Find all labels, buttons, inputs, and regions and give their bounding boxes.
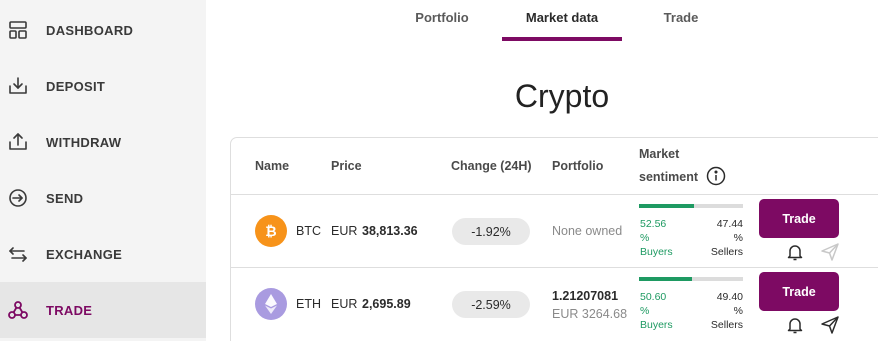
deposit-icon [6, 74, 30, 98]
send-icon [6, 186, 30, 210]
portfolio-holdings: None owned [552, 224, 623, 238]
divider [231, 267, 878, 268]
sentiment-bar-fill [639, 277, 692, 281]
coin-symbol: BTC [296, 224, 321, 238]
buyers-percent-sign: % [640, 305, 650, 317]
sidebar-item-trade[interactable]: TRADE [0, 282, 206, 338]
divider [231, 194, 878, 195]
sentiment-bar [639, 204, 743, 208]
sidebar-item-label: DASHBOARD [46, 22, 134, 38]
change-badge: -1.92% [452, 218, 530, 245]
bitcoin-icon: ₿ [255, 215, 287, 247]
buyers-label: Buyers [640, 246, 673, 258]
header-name[interactable]: Name [255, 159, 289, 173]
buyers-percent: 50.60 [640, 291, 667, 303]
active-tab-indicator [502, 37, 622, 41]
info-icon[interactable] [706, 166, 726, 186]
dashboard-icon [6, 18, 30, 42]
buyers-percent-sign: % [640, 232, 650, 244]
portfolio-value: EUR 3264.68 [552, 307, 628, 321]
buyers-percent: 52.56 [640, 218, 667, 230]
sentiment-bar [639, 277, 743, 281]
price-currency: EUR [331, 297, 358, 311]
header-sentiment-line2: sentiment [639, 170, 699, 184]
tab-market-data[interactable]: Market data [502, 0, 622, 42]
sellers-percent: 49.40 [716, 291, 743, 303]
sellers-percent: 47.44 [716, 218, 743, 230]
exchange-icon [6, 242, 30, 266]
sentiment-bar-fill [639, 204, 694, 208]
page-title: Crypto [514, 78, 610, 114]
bell-icon[interactable] [785, 315, 805, 335]
sellers-percent-sign: % [733, 305, 743, 317]
ethereum-icon [255, 288, 287, 320]
change-badge: -2.59% [452, 291, 530, 318]
trade-icon [6, 298, 30, 322]
sidebar-item-exchange[interactable]: EXCHANGE [0, 226, 206, 282]
sidebar-item-label: DEPOSIT [46, 78, 106, 94]
sidebar-item-dashboard[interactable]: DASHBOARD [0, 2, 206, 58]
bell-icon[interactable] [785, 242, 805, 262]
sidebar-item-withdraw[interactable]: WITHDRAW [0, 114, 206, 170]
price-currency: EUR [331, 224, 358, 238]
header-price[interactable]: Price [331, 159, 362, 173]
header-sentiment-line1: Market [639, 147, 680, 161]
trade-button[interactable]: Trade [759, 199, 839, 238]
send-paper-plane-icon[interactable] [820, 242, 840, 262]
sidebar-item-label: WITHDRAW [46, 134, 122, 150]
trade-button[interactable]: Trade [759, 272, 839, 311]
send-paper-plane-icon[interactable] [820, 315, 840, 335]
coin-symbol: ETH [296, 297, 321, 311]
sidebar-item-label: SEND [46, 190, 84, 206]
tab-portfolio[interactable]: Portfolio [402, 0, 482, 42]
sellers-label: Sellers [710, 246, 743, 258]
price-value: 38,813.36 [362, 224, 418, 238]
buyers-label: Buyers [640, 319, 673, 331]
svg-text:₿: ₿ [265, 224, 276, 240]
header-portfolio[interactable]: Portfolio [552, 159, 603, 173]
price-value: 2,695.89 [362, 297, 411, 311]
header-change[interactable]: Change (24H) [451, 159, 532, 173]
sellers-label: Sellers [710, 319, 743, 331]
tab-trade[interactable]: Trade [650, 0, 712, 42]
sellers-percent-sign: % [733, 232, 743, 244]
withdraw-icon [6, 130, 30, 154]
sidebar-item-send[interactable]: SEND [0, 170, 206, 226]
sidebar-item-label: EXCHANGE [46, 246, 123, 262]
sidebar: DASHBOARD DEPOSIT WITHDRAW SEND EXCHANGE… [0, 0, 206, 341]
portfolio-holdings: 1.21207081 [552, 289, 619, 303]
sidebar-item-deposit[interactable]: DEPOSIT [0, 58, 206, 114]
sidebar-item-label: TRADE [46, 302, 93, 318]
